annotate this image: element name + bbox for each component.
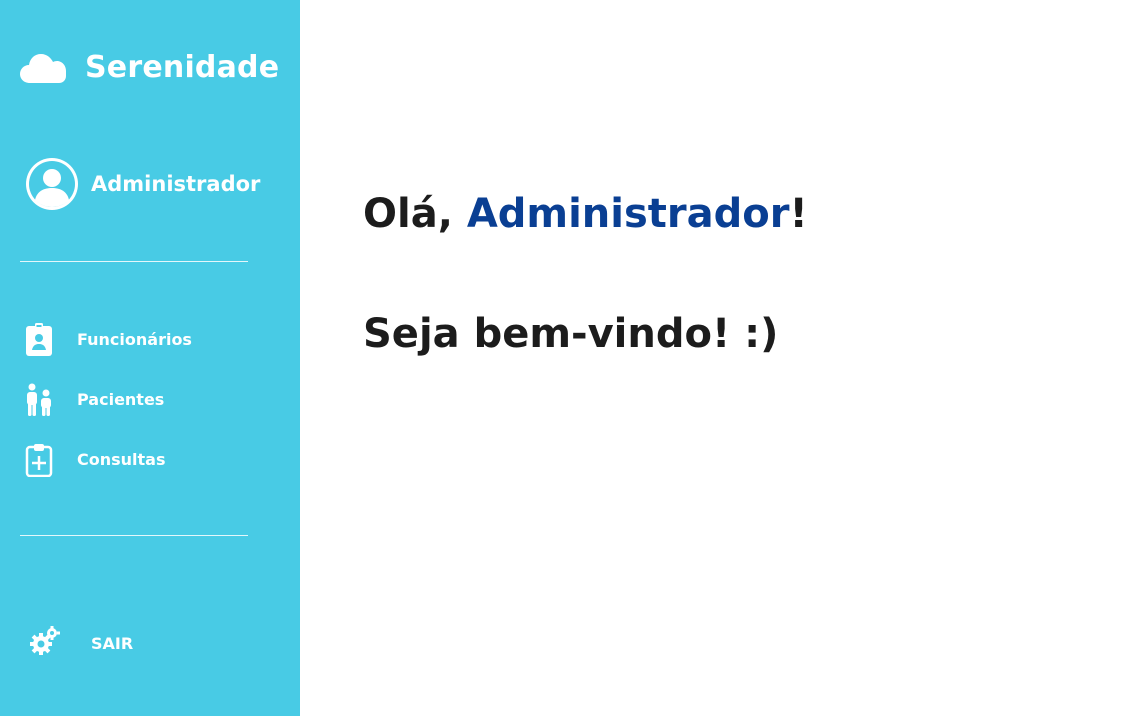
logout-label: SAIR [91,633,134,653]
greeting-prefix: Olá, [363,191,467,237]
sidebar-item-label: Pacientes [77,390,165,409]
cloud-icon [20,52,66,84]
user-avatar-icon [29,161,75,207]
brand-logo[interactable]: Serenidade [20,48,279,88]
sidebar-item-label: Consultas [77,450,166,469]
greeting-heading: Olá, Administrador! [363,188,808,240]
profile-name: Administrador [91,172,261,196]
app-title: Serenidade [85,50,280,85]
sidebar-item-consultas[interactable]: Consultas [24,440,192,480]
greeting-suffix: ! [789,191,808,237]
sidebar-item-funcionarios[interactable]: Funcionários [24,320,192,360]
clipboard-plus-icon [24,440,54,480]
id-badge-icon [24,320,54,360]
divider [20,261,248,262]
sidebar-item-pacientes[interactable]: Pacientes [24,380,192,420]
welcome-message: Seja bem-vindo! :) [363,311,779,357]
sidebar-nav: Funcionários Pacientes Consultas [24,320,192,480]
user-profile[interactable]: Administrador [26,158,260,210]
sidebar: Serenidade Administrador Funcionários Pa… [0,0,300,716]
logout-button[interactable]: SAIR [30,626,133,660]
avatar [26,158,78,210]
people-icon [24,380,54,420]
main-content: Olá, Administrador! Seja bem-vindo! :) [300,0,1127,716]
greeting-user-name: Administrador [466,191,790,237]
sidebar-item-label: Funcionários [77,330,192,349]
divider [20,535,248,536]
gear-icon [30,626,60,660]
